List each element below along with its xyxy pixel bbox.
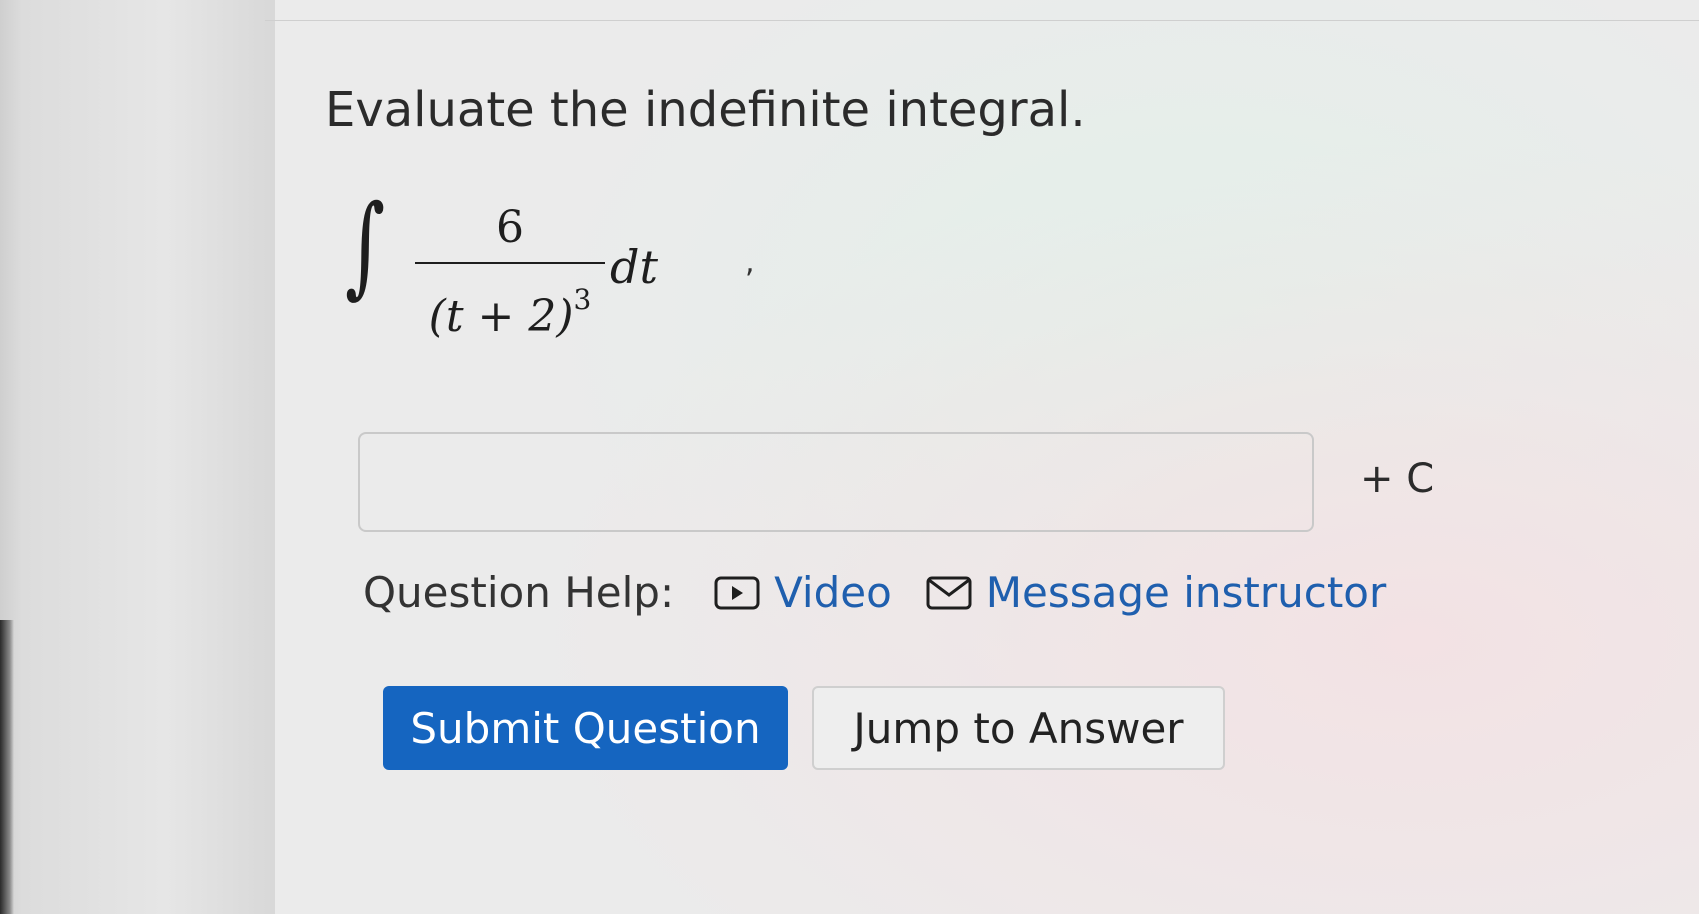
action-buttons: Submit Question Jump to Answer (383, 686, 1225, 770)
video-link[interactable]: Video (714, 568, 892, 617)
play-box-icon (714, 576, 760, 609)
submit-question-button[interactable]: Submit Question (383, 686, 788, 770)
screen-bezel-edge (0, 620, 14, 914)
fraction-bar (415, 262, 605, 264)
integrand-numerator: 6 (496, 202, 524, 253)
envelope-icon (926, 576, 972, 609)
integrand-denominator: (t + 2)3 (415, 270, 605, 347)
question-help-row: Question Help: Video Message instructor (363, 568, 1420, 617)
jump-to-answer-button[interactable]: Jump to Answer (812, 686, 1225, 770)
message-instructor-label: Message instructor (985, 568, 1387, 617)
message-instructor-link[interactable]: Message instructor (926, 568, 1386, 617)
integral-expression: ∫ 6 (t + 2)3 dt (345, 190, 785, 370)
answer-input[interactable] (358, 432, 1314, 532)
differential: dt (610, 240, 658, 294)
integrand-fraction: 6 (t + 2)3 (415, 198, 605, 347)
video-link-label: Video (774, 568, 892, 617)
question-help-label: Question Help: (363, 568, 675, 617)
denominator-base: (t + 2) (428, 291, 574, 342)
question-prompt: Evaluate the indefinite integral. (325, 82, 1086, 138)
top-divider (265, 20, 1699, 21)
integral-sign: ∫ (345, 181, 386, 309)
trailing-comma: , (745, 245, 755, 280)
denominator-exponent: 3 (573, 283, 592, 316)
left-sidebar-panel (0, 0, 275, 914)
plus-c-label: + C (1360, 456, 1435, 502)
